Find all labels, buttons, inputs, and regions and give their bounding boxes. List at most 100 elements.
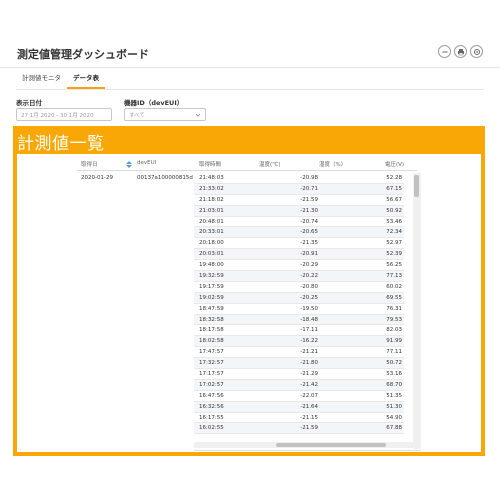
settings-button[interactable] [470,45,483,58]
cell-humidity: 91.99 [386,338,402,345]
cell-time: 17:32:57 [199,360,224,367]
horizontal-scroll-thumb[interactable] [276,443,386,447]
chevron-down-icon [195,113,201,117]
col-date[interactable]: 取得日 [81,160,98,168]
data-table: 取得日 devEUI 取得時間 温度(℃) 湿度（%） 電圧(V) 2020-0… [17,154,481,452]
cell-time: 17:17:57 [199,371,224,378]
date-range-input[interactable]: 27 1月 2020 - 30 1月 2020 [16,108,112,121]
table-row: 18:17:58 -17.11 82.03 [194,325,404,337]
table-row: 20:03:01 -20.91 52.39 [194,249,404,261]
table-row: 16:47:56 -22.07 51.35 [194,391,404,402]
cell-humidity: 77.13 [386,273,402,280]
table-row: 19:32:59 -20.22 77.13 [194,271,404,282]
table-row: 20:48:01 -20.74 53.46 [194,217,404,228]
device-filter: 機器ID（devEUI） すべて [124,97,206,121]
tab-bar: 計測値モニタ データ表 [16,70,484,90]
cell-time: 19:02:59 [199,294,224,301]
table-row: 17:17:57 -21.29 53.16 [194,369,404,380]
cell-temp: -20.29 [300,262,318,269]
minus-circle-icon [442,51,447,52]
col-time[interactable]: 取得時間 [199,160,221,168]
cell-temp: -21.15 [300,414,318,421]
vertical-scroll-thumb[interactable] [414,175,419,197]
cell-temp: -21.64 [300,403,318,410]
col-temp[interactable]: 温度(℃) [259,160,280,168]
cell-temp: -21.42 [300,381,318,388]
cell-time: 21:18:02 [199,196,224,203]
print-icon [457,48,464,55]
vertical-scrollbar[interactable] [413,173,421,449]
col-voltage[interactable]: 電圧(V) [385,160,404,168]
print-button[interactable] [454,45,467,58]
cell-temp: -21.80 [300,360,318,367]
cell-humidity: 69.55 [386,294,402,301]
table-row: 21:33:02 -20.71 67.15 [194,183,404,195]
table-row: 21:03:01 -21.30 50.92 [194,205,404,217]
cell-temp: -22.07 [300,392,318,399]
cell-temp: -20.91 [300,251,318,258]
date-filter-label: 表示日付 [16,99,42,107]
page-title: 測定値管理ダッシュボード [17,48,149,61]
table-row: 21:48:03 -20.98 52.28 [194,173,404,184]
cell-time: 16:02:55 [199,425,224,432]
cell-temp: -20.98 [300,175,318,181]
cell-humidity: 50.72 [386,360,402,367]
table-row: 20:33:01 -20.65 72.34 [194,227,404,239]
date-range-value: 27 1月 2020 - 30 1月 2020 [21,112,94,119]
cell-humidity: 79.53 [386,316,402,323]
cell-temp: -20.25 [300,294,318,301]
cell-temp: -21.21 [300,349,318,356]
cell-humidity: 53.46 [386,218,402,225]
device-filter-label: 機器ID（devEUI） [124,99,184,107]
cell-humidity: 54.90 [386,414,402,421]
tab-monitor[interactable]: 計測値モニタ [16,70,67,89]
cell-temp: -16.22 [300,338,318,345]
date-filter: 表示日付 27 1月 2020 - 30 1月 2020 [16,97,112,121]
table-row: 16:32:56 -21.64 51.30 [194,401,404,413]
cell-humidity: 82.03 [386,327,402,334]
tab-data-table[interactable]: データ表 [67,70,105,89]
table-row: 18:02:58 -16.22 91.99 [194,336,404,348]
cell-humidity: 77.11 [386,349,402,356]
cell-time: 18:32:58 [199,316,224,323]
cell-time: 19:17:59 [199,283,224,290]
cell-temp: -17.11 [300,327,318,334]
device-select[interactable]: すべて [124,108,206,121]
horizontal-scrollbar[interactable] [194,442,413,448]
table-body: 21:48:03 -20.98 52.28 21:33:02 -20.71 67.15 21… [194,173,404,435]
cell-temp: -21.35 [300,240,318,247]
table-row: 20:18:00 -21.35 52.97 [194,238,404,250]
header-divider [77,170,417,171]
sort-icon[interactable] [126,161,132,168]
cell-humidity: 52.97 [386,240,402,247]
cell-temp: -20.71 [300,185,318,192]
table-row: 18:47:59 -19.50 76.31 [194,304,404,315]
cell-humidity: 56.25 [386,262,402,269]
col-deveui[interactable]: devEUI [137,160,156,166]
cell-humidity: 67.88 [386,425,402,432]
cell-temp: -21.30 [300,207,318,214]
cell-humidity: 68.70 [386,381,402,388]
cell-humidity: 51.30 [386,403,402,410]
col-humidity[interactable]: 湿度（%） [319,160,346,168]
cell-temp: -18.48 [300,316,318,323]
table-row: 17:02:57 -21.42 68.70 [194,379,404,391]
cell-humidity: 53.16 [386,371,402,378]
cell-time: 20:48:01 [199,218,224,225]
cell-temp: -20.80 [300,283,318,290]
cell-humidity: 72.34 [386,229,402,236]
cell-humidity: 52.39 [386,251,402,258]
measurement-panel: 計測値一覧 取得日 devEUI 取得時間 温度(℃) 湿度（%） 電圧(V) … [13,126,485,456]
cell-time: 19:48:00 [199,262,224,269]
cell-temp: -20.74 [300,218,318,225]
settings-icon [473,48,480,55]
table-bottom-border [194,450,421,451]
cell-temp: -20.65 [300,229,318,236]
table-row: 17:32:57 -21.80 50.72 [194,358,404,370]
header-actions [438,45,483,58]
cell-temp: -19.50 [300,305,318,312]
cell-time: 19:32:59 [199,273,224,280]
minimize-button[interactable] [438,45,451,58]
group-date: 2020-01-29 [81,175,113,181]
cell-time: 18:47:59 [199,305,224,312]
